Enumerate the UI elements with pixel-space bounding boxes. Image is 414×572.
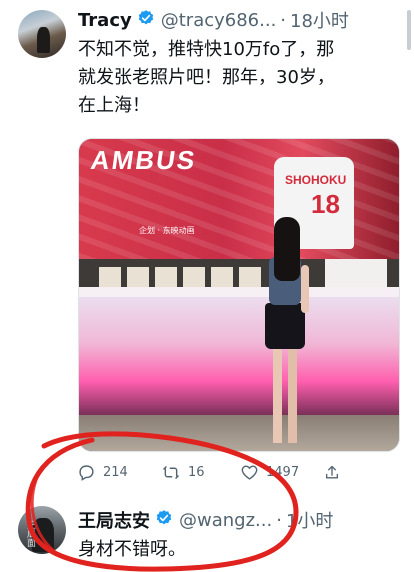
avatar[interactable] — [18, 10, 66, 58]
mural-credit-text: 企划 · 东映动画 — [139, 226, 195, 235]
tweet-text-line: 就发张老照片吧！那年，30岁， — [78, 67, 335, 88]
person-leg — [273, 347, 282, 443]
retweet-button[interactable]: 16 — [162, 464, 205, 481]
share-button[interactable] — [324, 464, 340, 481]
reply-author-handle[interactable]: @wangz... — [179, 510, 272, 531]
jersey-number: 18 — [311, 189, 340, 219]
reply-time[interactable]: 1小时 — [286, 507, 333, 533]
tweet-time[interactable]: 18小时 — [290, 7, 349, 33]
separator-dot: · — [276, 509, 282, 531]
reply-count: 214 — [103, 464, 128, 480]
person-skirt — [265, 303, 305, 349]
reply-avatar-text: 王局面 — [25, 520, 35, 547]
avatar-figure — [37, 26, 50, 54]
reply-avatar[interactable]: 王局面 — [18, 506, 66, 554]
reply-button[interactable]: 214 — [78, 464, 128, 481]
tweet-text-line: 在上海！ — [78, 95, 150, 116]
verified-badge-icon — [155, 509, 173, 532]
glowing-counter — [79, 295, 399, 415]
author-name[interactable]: Tracy — [78, 10, 132, 31]
floor — [79, 415, 399, 451]
tweet-text-line: 不知不觉，推特快10万fo了，那 — [78, 39, 335, 60]
comment-icon — [79, 464, 94, 481]
tweet-text: 不知不觉，推特快10万fo了，那 就发张老照片吧！那年，30岁， 在上海！ — [78, 36, 335, 120]
share-icon — [326, 465, 338, 478]
like-count: 1497 — [266, 464, 300, 480]
tweet-header: Tracy @tracy686... · 18小时 — [78, 7, 349, 33]
person-arm — [301, 265, 309, 313]
verified-badge-icon — [137, 9, 155, 32]
counter-top — [79, 287, 399, 297]
tweet-photo[interactable]: AMBUS 企划 · 东映动画 SHOHOKU 18 — [78, 138, 400, 452]
mural-brand-text: AMBUS — [88, 145, 199, 175]
person-hair — [274, 217, 300, 281]
retweet-count: 16 — [188, 464, 205, 480]
person-leg — [288, 347, 297, 443]
reply-text: 身材不错呀。 — [78, 539, 186, 560]
jersey-text: SHOHOKU — [285, 173, 347, 187]
heart-icon — [241, 465, 258, 480]
tweet-action-bar: 214 16 1497 — [78, 462, 340, 482]
scrollbar[interactable] — [407, 10, 411, 50]
separator-dot: · — [280, 9, 287, 31]
retweet-icon — [163, 465, 179, 479]
reply-header: 王局志安 @wangz... · 1小时 — [78, 507, 333, 533]
reply-author-name[interactable]: 王局志安 — [78, 507, 150, 533]
like-button[interactable]: 1497 — [241, 464, 299, 481]
author-handle[interactable]: @tracy686... — [161, 10, 277, 31]
